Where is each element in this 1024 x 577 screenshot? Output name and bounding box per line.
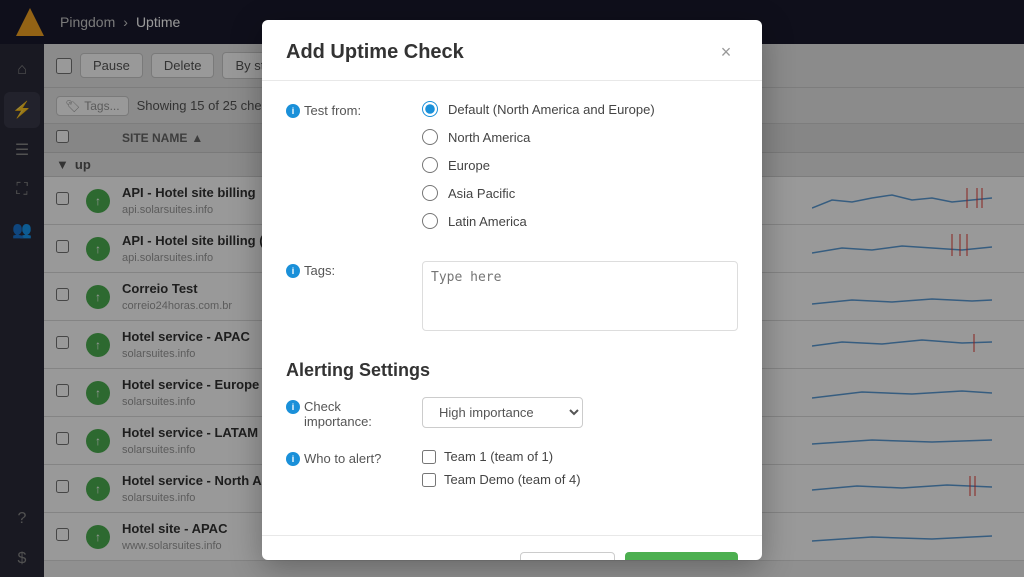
alert-teams-control: Team 1 (team of 1) Team Demo (team of 4) bbox=[422, 449, 738, 495]
radio-north-america-label: North America bbox=[448, 130, 530, 145]
importance-control: High importance Low importance Medium im… bbox=[422, 397, 738, 429]
test-check-button[interactable]: Test check bbox=[520, 552, 615, 560]
radio-europe-label: Europe bbox=[448, 158, 490, 173]
radio-latin-america-input[interactable] bbox=[422, 213, 438, 229]
radio-default-label: Default (North America and Europe) bbox=[448, 102, 655, 117]
radio-group: Default (North America and Europe) North… bbox=[422, 101, 738, 241]
info-icon-importance: i bbox=[286, 400, 300, 414]
modal-title: Add Uptime Check bbox=[286, 41, 464, 64]
importance-select[interactable]: High importance Low importance Medium im… bbox=[422, 397, 583, 428]
modal-header: Add Uptime Check × bbox=[262, 20, 762, 81]
radio-latin-america[interactable]: Latin America bbox=[422, 213, 738, 229]
radio-asia-pacific[interactable]: Asia Pacific bbox=[422, 185, 738, 201]
tags-row: i Tags: bbox=[286, 261, 738, 336]
info-icon: i bbox=[286, 104, 300, 118]
test-from-row: i Test from: Default (North America and … bbox=[286, 101, 738, 241]
tags-label: i Tags: bbox=[286, 261, 406, 336]
alerting-section-title: Alerting Settings bbox=[286, 356, 738, 381]
team-demo-checkbox[interactable] bbox=[422, 473, 436, 487]
radio-europe-input[interactable] bbox=[422, 157, 438, 173]
importance-label: i Check importance: bbox=[286, 397, 406, 429]
who-to-alert-row: i Who to alert? Team 1 (team of 1) Team … bbox=[286, 449, 738, 495]
team-demo-label: Team Demo (team of 4) bbox=[444, 472, 581, 487]
create-check-button[interactable]: Create check bbox=[625, 552, 738, 560]
test-from-label: i Test from: bbox=[286, 101, 406, 241]
radio-latin-america-label: Latin America bbox=[448, 214, 527, 229]
radio-north-america[interactable]: North America bbox=[422, 129, 738, 145]
info-icon-tags: i bbox=[286, 264, 300, 278]
radio-default-input[interactable] bbox=[422, 101, 438, 117]
modal-overlay: Add Uptime Check × i Test from: Default … bbox=[0, 0, 1024, 577]
radio-asia-pacific-label: Asia Pacific bbox=[448, 186, 515, 201]
team1-label: Team 1 (team of 1) bbox=[444, 449, 553, 464]
radio-asia-pacific-input[interactable] bbox=[422, 185, 438, 201]
radio-europe[interactable]: Europe bbox=[422, 157, 738, 173]
team1-checkbox[interactable] bbox=[422, 450, 436, 464]
tags-control bbox=[422, 261, 738, 336]
team1-checkbox-label[interactable]: Team 1 (team of 1) bbox=[422, 449, 738, 464]
modal-body: i Test from: Default (North America and … bbox=[262, 81, 762, 535]
tags-input[interactable] bbox=[422, 261, 738, 331]
modal-footer: Test check Create check bbox=[262, 535, 762, 560]
team-demo-checkbox-label[interactable]: Team Demo (team of 4) bbox=[422, 472, 738, 487]
info-icon-alert: i bbox=[286, 452, 300, 466]
who-to-alert-label: i Who to alert? bbox=[286, 449, 406, 495]
modal-close-button[interactable]: × bbox=[714, 40, 738, 64]
radio-north-america-input[interactable] bbox=[422, 129, 438, 145]
radio-default[interactable]: Default (North America and Europe) bbox=[422, 101, 738, 117]
add-uptime-check-modal: Add Uptime Check × i Test from: Default … bbox=[262, 20, 762, 560]
importance-row: i Check importance: High importance Low … bbox=[286, 397, 738, 429]
